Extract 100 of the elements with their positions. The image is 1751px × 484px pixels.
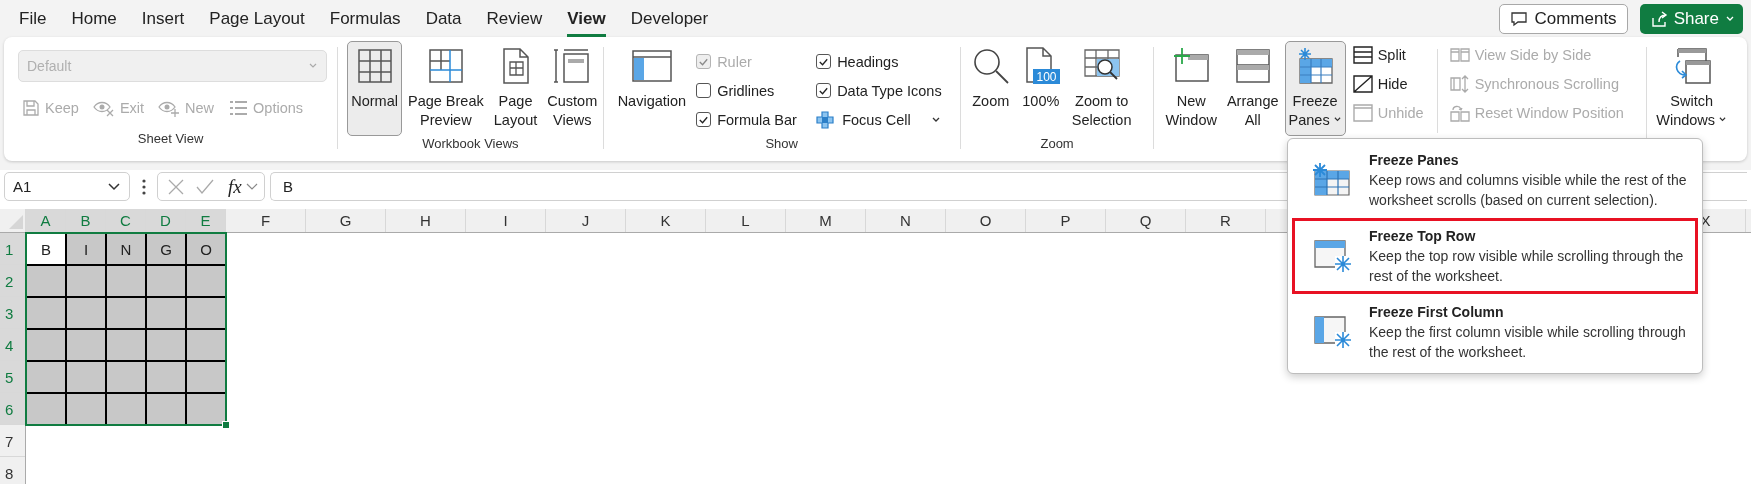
table-cell[interactable] [187, 362, 225, 392]
menu-item[interactable]: Freeze First Column Keep the first column visible while scrolling through the rest of the worksheet. [1292, 294, 1698, 370]
zoom-100-button[interactable]: 100 100% [1017, 41, 1064, 136]
enter-icon[interactable] [196, 178, 214, 195]
column-header[interactable]: B [66, 209, 106, 232]
table-cell[interactable] [67, 298, 105, 328]
column-header[interactable]: L [706, 209, 786, 232]
table-cell[interactable] [27, 362, 65, 392]
column-header[interactable]: N [866, 209, 946, 232]
row-header[interactable]: 8 [0, 457, 25, 484]
ribbon-tab[interactable]: File [19, 3, 47, 37]
table-cell[interactable] [67, 266, 105, 296]
menu-item[interactable]: Freeze Top Row Keep the top row visible while scrolling through the rest of the worksheet. [1292, 218, 1698, 294]
column-header[interactable]: E [186, 209, 226, 232]
ribbon-tab[interactable]: Developer [630, 3, 709, 37]
row-header[interactable]: 4 [0, 329, 25, 361]
row-header[interactable]: 3 [0, 297, 25, 329]
table-cell[interactable] [147, 330, 185, 360]
table-cell[interactable] [147, 362, 185, 392]
row-header[interactable]: 5 [0, 361, 25, 393]
row-header[interactable]: 1 [0, 233, 25, 265]
column-header[interactable]: K [626, 209, 706, 232]
caret-icon [1725, 14, 1735, 23]
page-break-preview-button[interactable]: Page Break Preview [403, 41, 488, 136]
table-cell[interactable] [187, 330, 225, 360]
table-cell[interactable] [27, 298, 65, 328]
column-header[interactable]: D [146, 209, 186, 232]
navigation-button[interactable]: Navigation [612, 41, 692, 136]
caret-icon [308, 62, 319, 70]
ribbon-tab[interactable]: Review [486, 3, 543, 37]
table-cell[interactable] [107, 330, 145, 360]
arrange-all-button[interactable]: Arrange All [1222, 41, 1283, 136]
checkbox[interactable] [696, 83, 712, 98]
row-header[interactable]: 7 [0, 425, 25, 457]
table-cell[interactable] [187, 298, 225, 328]
column-header[interactable]: A [26, 209, 66, 232]
select-all-icon[interactable] [9, 215, 23, 229]
focus-cell-icon [816, 110, 835, 129]
table-cell[interactable] [67, 330, 105, 360]
table-cell[interactable] [107, 266, 145, 296]
custom-views-button[interactable]: Custom Views [543, 41, 602, 136]
row-header[interactable]: 2 [0, 265, 25, 297]
table-cell[interactable]: B [27, 234, 65, 264]
column-header[interactable]: Q [1106, 209, 1186, 232]
column-header[interactable]: I [466, 209, 546, 232]
column-header[interactable]: G [306, 209, 386, 232]
column-header[interactable]: J [546, 209, 626, 232]
ribbon-tab[interactable]: Insert [141, 3, 185, 37]
normal-view-button[interactable]: Normal [347, 41, 402, 136]
insert-function-button[interactable]: fx [228, 175, 242, 198]
caret-icon[interactable] [930, 115, 941, 124]
ribbon-tab[interactable]: Home [71, 3, 117, 37]
share-icon [1649, 9, 1668, 28]
column-header[interactable]: O [946, 209, 1026, 232]
column-header[interactable]: H [386, 209, 466, 232]
cancel-icon[interactable] [168, 178, 184, 195]
column-header[interactable]: M [786, 209, 866, 232]
share-button[interactable]: Share [1639, 3, 1743, 34]
table-cell[interactable] [187, 266, 225, 296]
checkbox[interactable] [696, 112, 712, 127]
column-header[interactable]: F [226, 209, 306, 232]
page-layout-button[interactable]: Page Layout [489, 41, 542, 136]
column-header[interactable]: P [1026, 209, 1106, 232]
freeze-panes-button[interactable]: Freeze Panes [1284, 41, 1346, 136]
split-button[interactable]: Split [1352, 43, 1406, 67]
zoom-button[interactable]: Zoom [967, 41, 1014, 136]
row-header[interactable]: 6 [0, 393, 25, 425]
switch-windows-button[interactable]: Switch Windows [1652, 41, 1732, 136]
table-cell[interactable] [147, 298, 185, 328]
table-cell[interactable] [147, 266, 185, 296]
more-icon[interactable] [142, 178, 146, 195]
focus-cell-button[interactable]: Focus Cell [842, 111, 911, 128]
table-cell[interactable] [67, 362, 105, 392]
hide-button[interactable]: Hide [1352, 72, 1408, 96]
fill-handle[interactable] [222, 421, 230, 429]
table-cell[interactable] [27, 330, 65, 360]
checkbox[interactable] [816, 83, 832, 98]
name-box[interactable]: A1 [4, 172, 130, 201]
column-header[interactable]: R [1186, 209, 1266, 232]
ribbon-tab[interactable]: Page Layout [209, 3, 305, 37]
comments-button[interactable]: Comments [1499, 3, 1628, 34]
checkbox[interactable] [816, 54, 832, 69]
table-cell[interactable]: G [147, 234, 185, 264]
table-cell[interactable] [27, 266, 65, 296]
table-cell[interactable] [27, 394, 65, 424]
table-cell[interactable] [147, 394, 185, 424]
table-cell[interactable]: N [107, 234, 145, 264]
ribbon-tab[interactable]: Formulas [329, 3, 401, 37]
ribbon-tab[interactable]: Data [425, 3, 462, 37]
new-window-button[interactable]: New Window [1161, 41, 1221, 136]
table-cell[interactable] [67, 394, 105, 424]
table-cell[interactable]: O [187, 234, 225, 264]
zoom-to-selection-button[interactable]: Zoom to Selection [1067, 41, 1136, 136]
arrange-all-icon [1233, 46, 1272, 86]
table-cell[interactable] [107, 394, 145, 424]
table-cell[interactable]: I [67, 234, 105, 264]
table-cell[interactable] [187, 394, 225, 424]
table-cell[interactable] [107, 362, 145, 392]
column-header[interactable]: C [106, 209, 146, 232]
table-cell[interactable] [107, 298, 145, 328]
